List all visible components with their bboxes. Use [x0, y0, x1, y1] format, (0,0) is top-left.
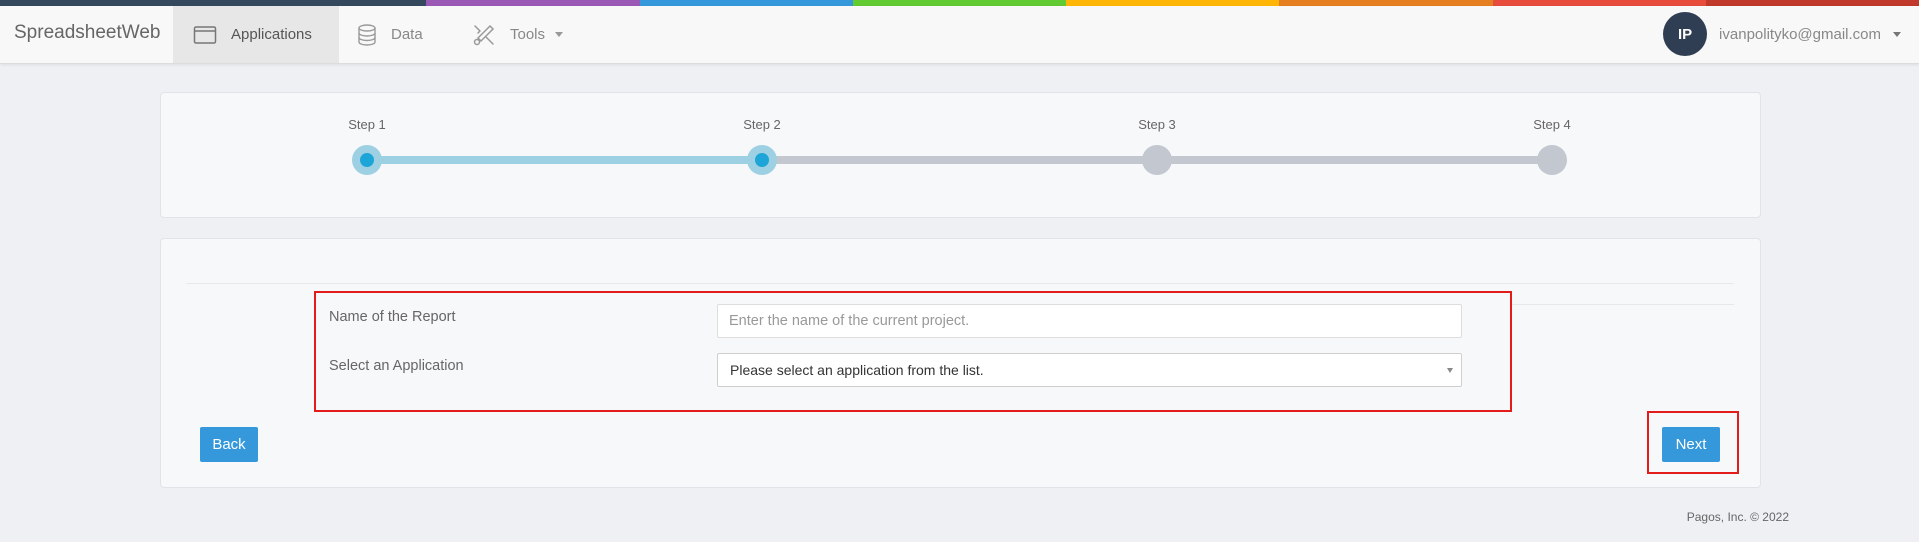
chevron-down-icon — [555, 32, 564, 37]
tools-icon — [472, 23, 496, 47]
step-2-indicator[interactable] — [747, 145, 777, 175]
next-button-highlight — [1647, 411, 1739, 474]
step-3-indicator[interactable] — [1142, 145, 1172, 175]
form-fields-highlight — [314, 291, 1512, 412]
step-1-indicator[interactable] — [352, 145, 382, 175]
user-email[interactable]: ivanpolityko@gmail.com — [1719, 26, 1881, 43]
step-4-indicator[interactable] — [1537, 145, 1567, 175]
nav-data-label: Data — [391, 26, 423, 43]
avatar[interactable]: IP — [1663, 12, 1708, 56]
wizard-progress-card — [160, 92, 1761, 218]
nav-applications[interactable]: Applications — [173, 6, 339, 63]
nav-tools-label: Tools — [510, 26, 546, 43]
nav-tools[interactable]: Tools — [460, 6, 590, 63]
back-button[interactable]: Back — [200, 427, 258, 462]
form-divider — [1510, 304, 1734, 305]
step-label: Step 4 — [1533, 117, 1571, 132]
user-menu[interactable]: IP ivanpolityko@gmail.com — [1663, 11, 1901, 57]
nav-applications-label: Applications — [231, 26, 312, 43]
chevron-down-icon[interactable] — [1893, 31, 1901, 37]
progress-track-completed — [367, 156, 762, 164]
database-icon — [357, 23, 377, 46]
footer-copyright: Pagos, Inc. © 2022 — [1686, 510, 1789, 524]
brand-logo[interactable]: SpreadsheetWeb — [14, 22, 160, 44]
step-label: Step 1 — [348, 117, 386, 132]
step-label: Step 2 — [743, 117, 781, 132]
window-icon — [193, 25, 217, 45]
form-divider — [186, 283, 1734, 284]
nav-data[interactable]: Data — [339, 6, 449, 63]
step-label: Step 3 — [1138, 117, 1176, 132]
top-navbar: SpreadsheetWeb Applications Data Tools I… — [0, 6, 1919, 64]
